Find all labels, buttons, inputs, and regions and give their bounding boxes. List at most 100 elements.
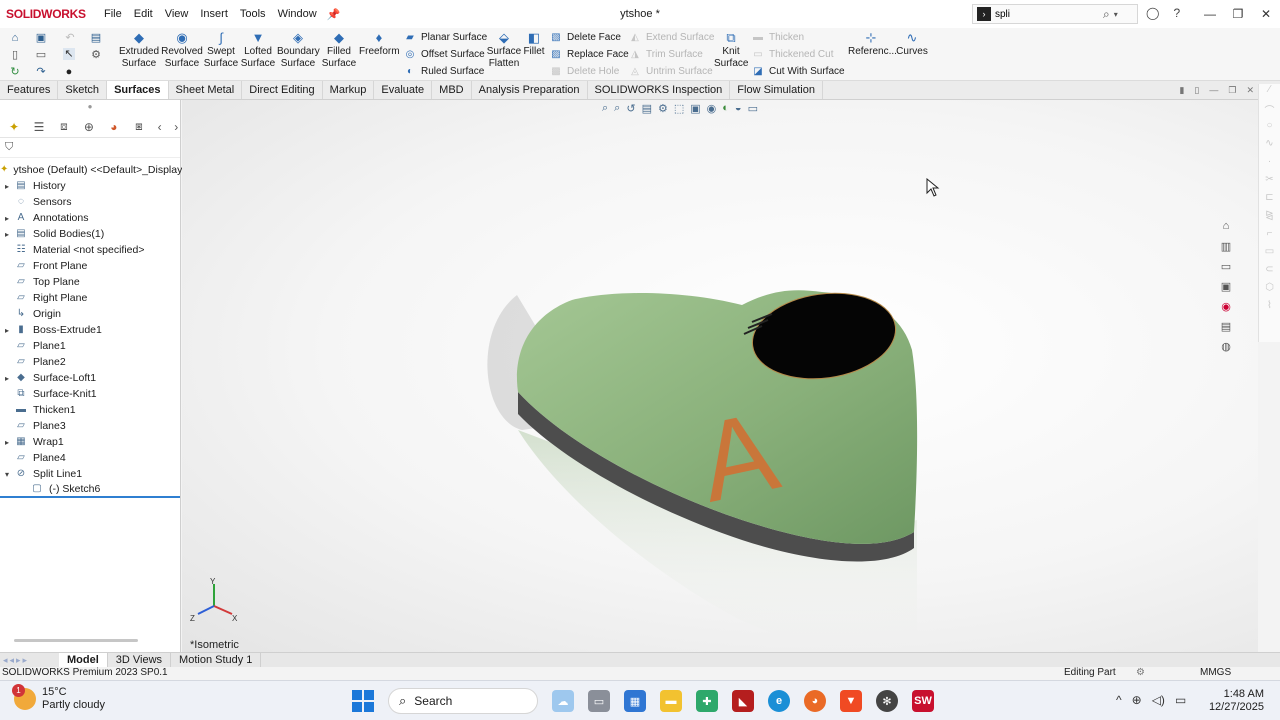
rebuild-status-icon[interactable]: ⚙ [1136,667,1145,678]
panel-grip[interactable]: ● [0,100,180,116]
edge-icon[interactable]: e [768,690,790,712]
cut-with-surface-button[interactable]: ◪ Cut With Surface [752,63,844,80]
viewport-close-icon[interactable]: ✕ [1246,85,1254,96]
gear-icon[interactable]: ⚙ [90,49,102,61]
options-icon[interactable]: ▤ [90,32,102,44]
tab-navigation-arrows[interactable]: ◂◂▸▸ [3,655,59,666]
tree-filter[interactable]: ⛉ [0,138,180,158]
traffic-light-icon[interactable]: ● [63,66,75,78]
solidworks-forum-icon[interactable]: ◍ [1216,340,1236,360]
tab-surfaces[interactable]: Surfaces [107,81,169,99]
battery-icon[interactable]: ▭ [1175,693,1186,707]
expand-arrow-icon[interactable]: ▸ [0,438,14,447]
rectangle-tool-icon[interactable]: ▭ [1259,246,1280,264]
panel-scrollbar[interactable] [14,639,138,642]
menu-window[interactable]: Window [272,0,323,28]
menu-tools[interactable]: Tools [234,0,272,28]
freeform-button[interactable]: ♦ Freeform [359,30,400,58]
redo-icon[interactable]: ↷ [35,66,47,78]
chatgpt-icon[interactable]: ✚ [696,690,718,712]
tab-mbd[interactable]: MBD [432,81,472,99]
property-manager-icon[interactable]: ☰ [31,120,47,134]
tab-features[interactable]: Features [0,81,59,99]
tab-solidworks-inspection[interactable]: SOLIDWORKS Inspection [588,81,731,99]
revolved-surface-button[interactable]: ◉ Revolved Surface [161,30,203,70]
configuration-manager-icon[interactable]: ⧈ [56,119,72,134]
resources-icon[interactable]: ⌂ [1216,220,1236,240]
tree-item[interactable]: ▱ Right Plane [0,290,180,306]
thicken-button[interactable]: ▬ Thicken [752,29,845,46]
tree-item[interactable]: ◌ Sensors [0,194,180,210]
select-icon[interactable]: ↖ [63,48,75,60]
arc-tool-icon[interactable]: ⌒ [1259,102,1280,120]
tree-item[interactable]: ▸ ▮ Boss-Extrude1 [0,322,180,338]
home-icon[interactable]: ⌂ [9,32,21,44]
tree-item[interactable]: ⧉ Surface-Knit1 [0,386,180,402]
filled-surface-button[interactable]: ◆ Filled Surface [321,30,357,70]
menu-insert[interactable]: Insert [194,0,234,28]
print-icon[interactable]: ▭ [35,49,47,61]
slot-tool-icon[interactable]: ⊂ [1259,264,1280,282]
file-explorer-icon[interactable]: ▭ [1216,260,1236,280]
adobe-icon[interactable]: ◣ [732,690,754,712]
tree-item[interactable]: ▱ Top Plane [0,274,180,290]
menu-view[interactable]: View [159,0,195,28]
clock[interactable]: 1:48 AM 12/27/2025 [1208,688,1264,714]
tree-item[interactable]: ▾ ⊘ Split Line1 [0,466,180,482]
circle-tool-icon[interactable]: ○ [1259,120,1280,138]
file-explorer-taskbar-icon[interactable]: ▬ [660,690,682,712]
delete-hole-button[interactable]: ▩ Delete Hole [550,63,629,80]
design-library-icon[interactable]: ▥ [1216,240,1236,260]
tab-motion-study[interactable]: Motion Study 1 [171,653,262,667]
tree-item[interactable]: ▸ ◆ Surface-Loft1 [0,370,180,386]
mirror-tool-icon[interactable]: ⧎ [1259,210,1280,228]
collapse-arrow-icon[interactable]: ▾ [0,470,14,479]
reference-geometry-button[interactable]: ⊹ Referenc... [848,30,897,58]
feature-manager-icon[interactable]: ✦ [6,120,22,134]
lofted-surface-button[interactable]: ▼ Lofted Surface [240,30,276,70]
tree-item[interactable]: ☷ Material <not specified> [0,242,180,258]
appearances-icon[interactable]: ◉ [1216,300,1236,320]
chevron-left-icon[interactable]: ‹ [156,120,164,134]
tree-item[interactable]: ▱ Plane1 [0,338,180,354]
tab-sketch[interactable]: Sketch [58,81,108,99]
start-icon[interactable] [352,690,374,712]
expand-arrow-icon[interactable]: ▸ [0,182,14,191]
view-palette-icon[interactable]: ▣ [1216,280,1236,300]
expand-arrow-icon[interactable]: ▸ [0,214,14,223]
restore-icon[interactable]: ❐ [1224,0,1252,28]
custom-properties-icon[interactable]: ▤ [1216,320,1236,340]
viewport-minimize-icon[interactable]: — [1209,85,1218,96]
volume-icon[interactable]: ◁) [1152,693,1165,707]
network-icon[interactable]: ⊕ [1132,693,1142,707]
widgets-icon[interactable]: ☁ [552,690,574,712]
tab-direct-editing[interactable]: Direct Editing [242,81,323,99]
delete-face-button[interactable]: ▧ Delete Face [550,29,629,46]
split-view-icon[interactable]: ▮ [1179,85,1184,96]
tree-item[interactable]: ▢ (-) Sketch6 [0,482,180,498]
swept-surface-button[interactable]: ∫ Swept Surface [203,30,239,70]
menu-file[interactable]: File [98,0,128,28]
thickened-cut-button[interactable]: ▭ Thickened Cut [752,46,845,63]
offset-tool-icon[interactable]: ⊏ [1259,192,1280,210]
graphics-area[interactable]: ⌕ ⌕ ↺ ▤ ⚙ ⬚ ▣ ◉ ◐ ◒ ▭ A Y X Z *Isometric… [182,100,1258,652]
offset-surface-button[interactable]: ◎ Offset Surface [404,46,487,63]
rebuild-icon[interactable]: ↻ [9,66,21,78]
tree-item[interactable]: ▸ ▤ Solid Bodies(1) [0,226,180,242]
dimxpert-icon[interactable]: ⊕ [81,120,97,134]
trim-surface-button[interactable]: ◮ Trim Surface [629,46,714,63]
fillet-button[interactable]: ◧ Fillet [522,30,546,58]
tab-sheet-metal[interactable]: Sheet Metal [169,81,243,99]
search-input[interactable] [995,8,1095,20]
replace-face-button[interactable]: ▨ Replace Face [550,46,628,63]
pin-icon[interactable]: 📌 [327,8,341,21]
store-icon[interactable]: ▦ [624,690,646,712]
expand-arrow-icon[interactable]: ▸ [0,230,14,239]
solidworks-taskbar-icon[interactable]: SW [912,690,934,712]
tree-item[interactable]: ▸ ▤ History [0,178,180,194]
viewport-restore-icon[interactable]: ❐ [1228,85,1236,96]
minimize-icon[interactable]: — [1196,0,1224,28]
user-icon[interactable]: ◯ [1146,6,1159,20]
boundary-surface-button[interactable]: ◈ Boundary Surface [277,30,320,70]
tab-flow-simulation[interactable]: Flow Simulation [730,81,823,99]
